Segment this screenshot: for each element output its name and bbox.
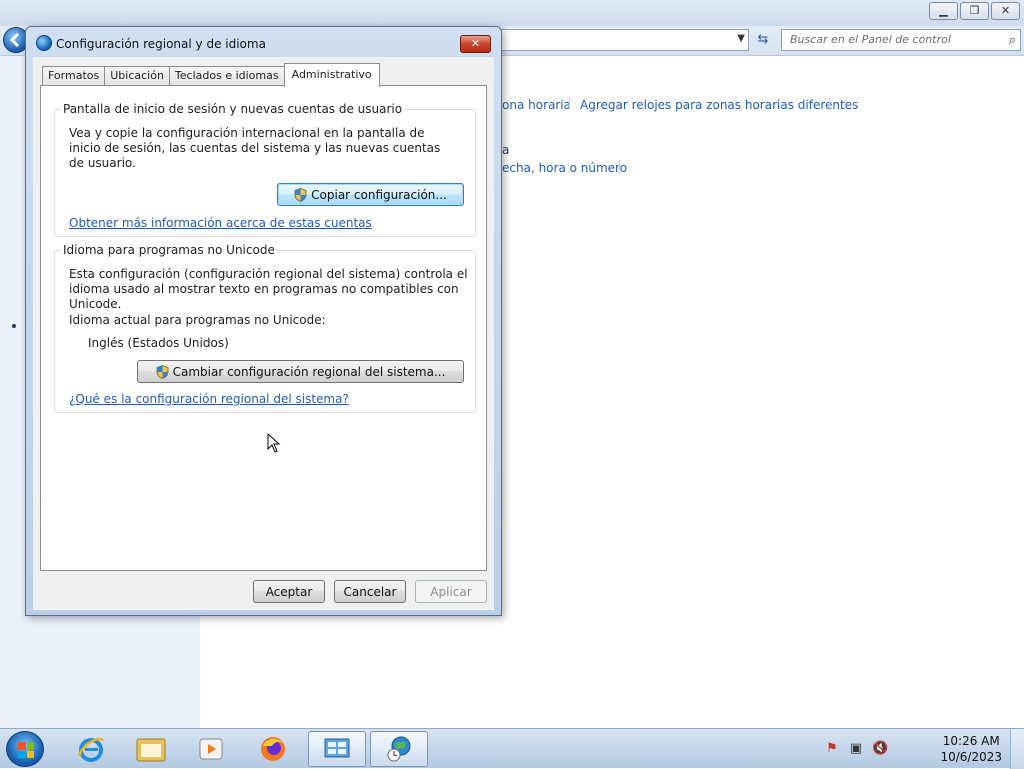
group-description: Esta configuración (configuración region…	[69, 267, 468, 311]
system-tray: ⚑ ▣ 🔇 10:26 AM 10/6/2023	[824, 729, 1024, 769]
control-panel-titlebar: ▁ ❐ ✕	[0, 0, 1024, 26]
link-agregar-relojes[interactable]: Agregar relojes para zonas horarias dife…	[580, 98, 858, 112]
folder-icon	[136, 738, 166, 762]
firefox-icon	[261, 737, 285, 761]
group-description: Vea y copie la configuración internacion…	[69, 126, 441, 170]
divider	[619, 160, 620, 174]
tab-strip: Formatos Ubicación Teclados e idiomas Ad…	[42, 63, 380, 87]
refresh-icon[interactable]: ⇆	[753, 30, 773, 50]
dialog-title: Configuración regional y de idioma	[56, 37, 266, 51]
regional-settings-dialog: Configuración regional y de idioma ✕ For…	[25, 26, 502, 616]
group-title: Pantalla de inicio de sesión y nuevas cu…	[61, 102, 405, 116]
network-icon[interactable]: ▣	[848, 741, 864, 757]
group-login-screen: Pantalla de inicio de sesión y nuevas cu…	[54, 102, 476, 237]
globe-clock-icon	[387, 736, 411, 762]
tab-panel-administrativo: Pantalla de inicio de sesión y nuevas cu…	[40, 85, 487, 571]
tab-ubicacion[interactable]: Ubicación	[104, 66, 170, 86]
media-player-icon	[199, 738, 223, 760]
globe-icon	[36, 35, 52, 51]
dialog-titlebar[interactable]: Configuración regional y de idioma ✕	[26, 27, 501, 57]
taskbar-control-panel[interactable]	[308, 731, 366, 767]
uac-shield-icon	[156, 364, 169, 379]
link-fecha-hora[interactable]: echa, hora o número	[502, 161, 627, 175]
start-button[interactable]	[6, 731, 44, 767]
close-button[interactable]: ✕	[991, 2, 1020, 20]
address-field[interactable]: ▼	[500, 29, 749, 51]
control-panel-icon	[324, 738, 350, 758]
mouse-cursor-icon	[267, 432, 281, 456]
taskbar-regional-settings[interactable]	[370, 731, 428, 767]
taskbar-media-player[interactable]	[182, 731, 240, 767]
taskbar-firefox[interactable]	[244, 731, 302, 767]
clock[interactable]: 10:26 AM 10/6/2023	[940, 733, 1002, 765]
uac-shield-icon	[294, 187, 307, 202]
section-heading-fragment: a	[502, 143, 510, 157]
cancel-button[interactable]: Cancelar	[334, 580, 406, 603]
close-button[interactable]: ✕	[460, 35, 491, 53]
what-is-locale-link[interactable]: ¿Qué es la configuración regional del si…	[69, 392, 349, 406]
clock-date: 10/6/2023	[940, 750, 1002, 764]
copy-settings-button[interactable]: Copiar configuración...	[277, 183, 464, 206]
internet-explorer-icon	[77, 738, 104, 762]
search-icon[interactable]: ⌕	[1009, 31, 1016, 51]
tab-teclados[interactable]: Teclados e idiomas	[168, 66, 285, 86]
clock-time: 10:26 AM	[942, 734, 1000, 748]
ok-button[interactable]: Aceptar	[253, 580, 325, 603]
group-title: Idioma para programas no Unicode	[61, 243, 277, 257]
maximize-button[interactable]: ❐	[960, 2, 989, 20]
show-desktop-button[interactable]	[1010, 729, 1024, 769]
change-system-locale-button[interactable]: Cambiar configuración regional del siste…	[137, 360, 464, 383]
more-info-link[interactable]: Obtener más información acerca de estas …	[69, 216, 372, 230]
apply-button[interactable]: Aplicar	[415, 580, 487, 603]
search-input[interactable]: Buscar en el Panel de control ⌕	[781, 29, 1021, 51]
current-language-value: Inglés (Estados Unidos)	[88, 336, 229, 350]
taskbar-explorer[interactable]	[122, 731, 180, 767]
tab-administrativo[interactable]: Administrativo	[283, 63, 380, 87]
link-zona-horaria[interactable]: ona horaria	[502, 98, 571, 112]
window-controls: ▁ ❐ ✕	[929, 2, 1020, 20]
copy-settings-label: Copiar configuración...	[311, 187, 447, 202]
minimize-button[interactable]: ▁	[929, 2, 958, 20]
change-system-locale-label: Cambiar configuración regional del siste…	[172, 364, 446, 379]
action-center-flag-icon[interactable]: ⚑	[824, 741, 840, 757]
divider	[569, 97, 570, 111]
taskbar: ⚑ ▣ 🔇 10:26 AM 10/6/2023	[0, 728, 1024, 769]
divider	[829, 97, 830, 111]
current-language-label: Idioma actual para programas no Unicode:	[69, 313, 326, 327]
chevron-down-icon[interactable]: ▼	[737, 33, 745, 44]
volume-muted-icon[interactable]: 🔇	[872, 741, 888, 757]
taskbar-internet-explorer[interactable]	[62, 731, 120, 767]
group-non-unicode: Idioma para programas no Unicode Esta co…	[54, 243, 476, 413]
tab-formatos[interactable]: Formatos	[42, 66, 106, 86]
windows-logo-icon	[18, 742, 34, 758]
bullet-icon	[12, 324, 16, 328]
search-placeholder: Buscar en el Panel de control	[790, 33, 951, 46]
dialog-body: Formatos Ubicación Teclados e idiomas Ad…	[33, 57, 494, 610]
